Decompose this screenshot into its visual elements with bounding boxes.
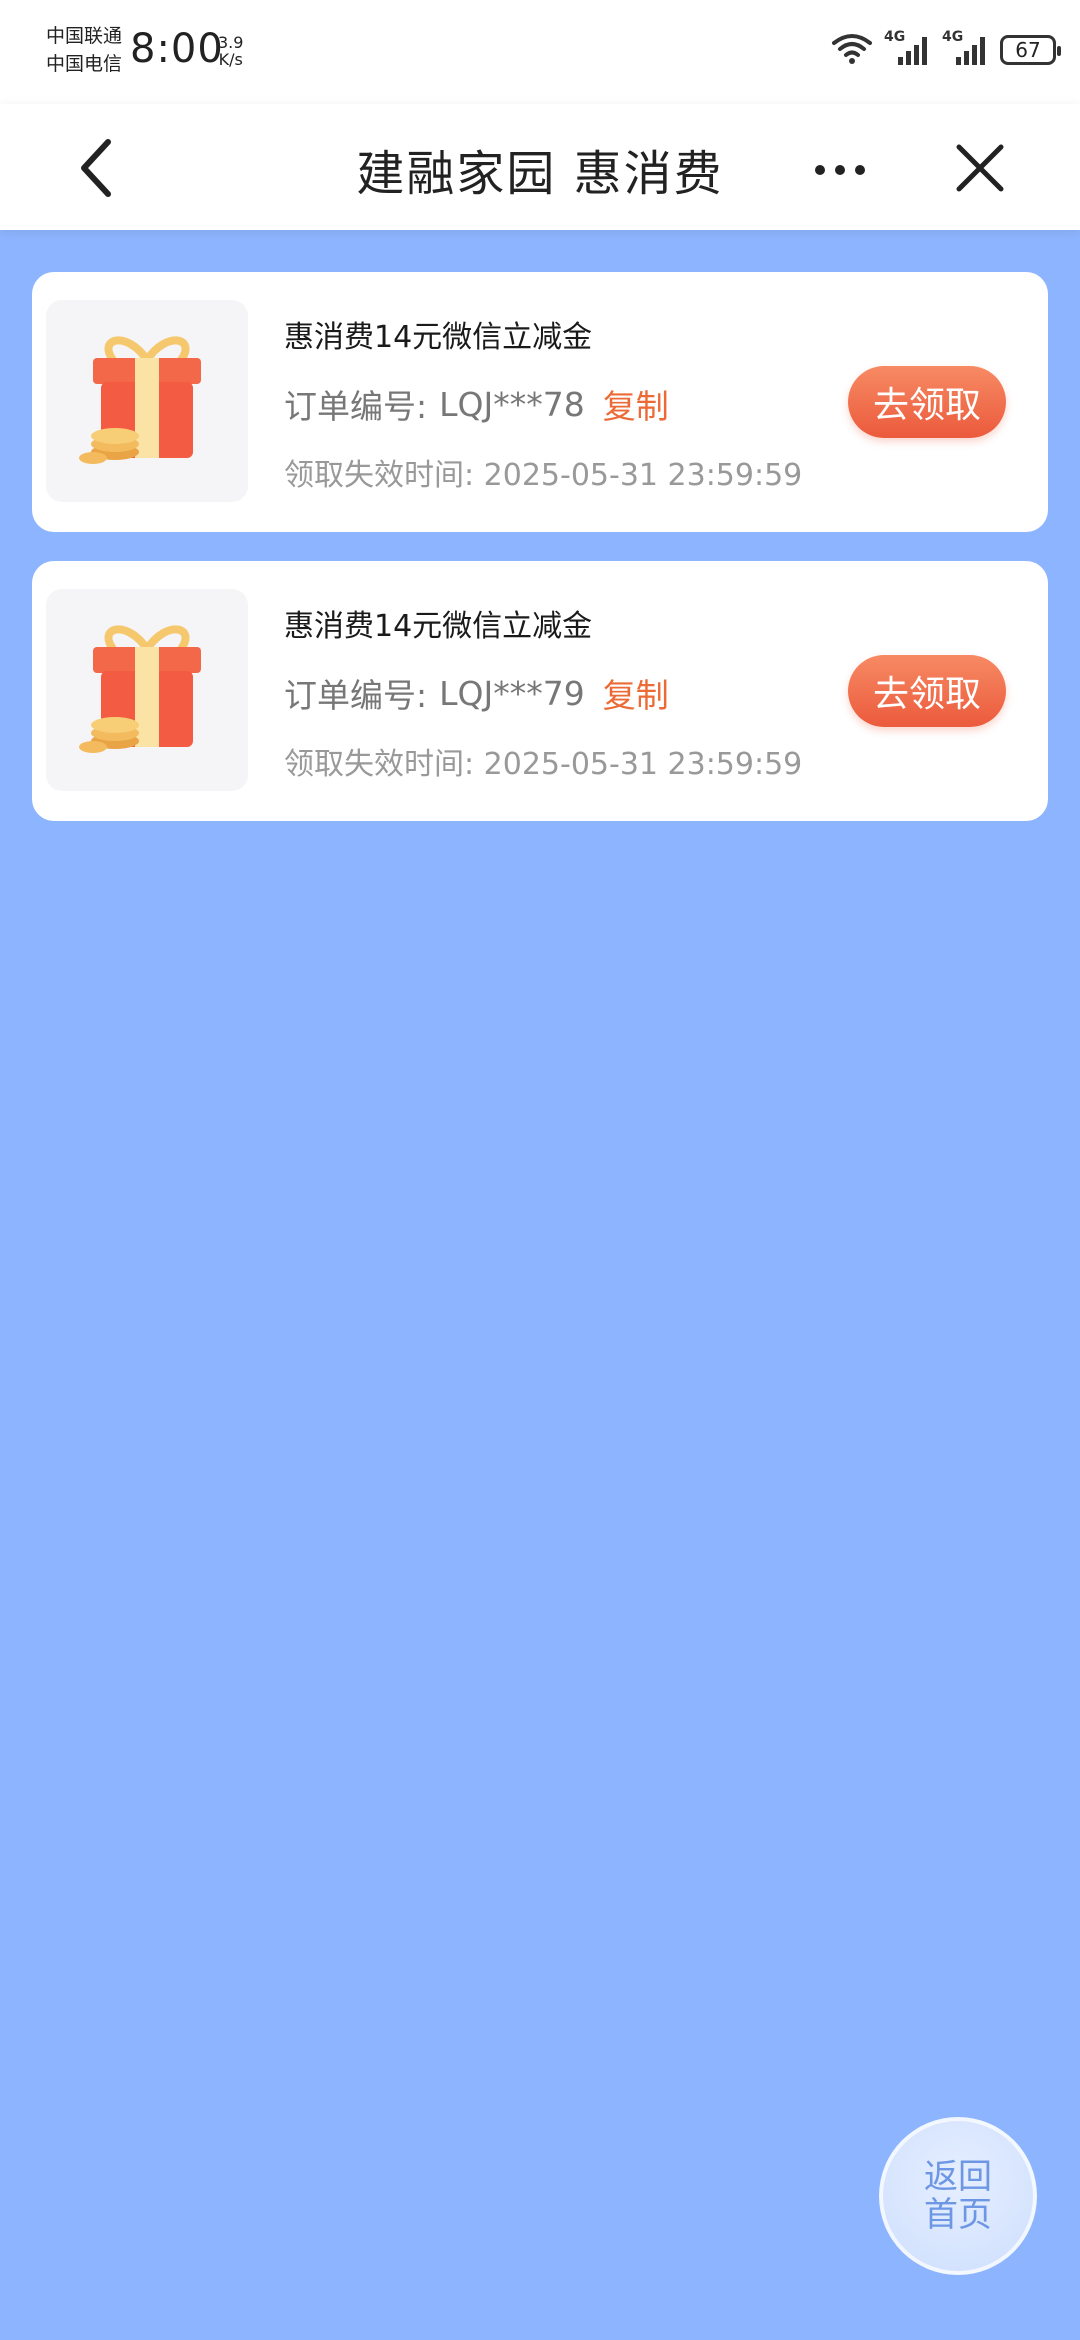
battery-indicator: 67 <box>1000 35 1061 65</box>
copy-button[interactable]: 复制 <box>603 669 669 717</box>
network-speed: 3.9 K/s <box>218 34 243 68</box>
voucher-thumbnail <box>46 300 248 502</box>
back-to-home-button[interactable]: 返回 首页 <box>879 2117 1037 2275</box>
carrier-1: 中国联通 <box>46 25 123 47</box>
close-button[interactable] <box>940 130 1020 210</box>
speed-unit: K/s <box>218 50 243 69</box>
clock: 8:00 <box>130 26 224 72</box>
header-bar: 建融家园 惠消费 <box>0 104 1080 230</box>
gift-icon <box>67 613 227 767</box>
order-row: 订单编号: LQJ***78 复制 <box>284 380 669 428</box>
page-title: 建融家园 惠消费 <box>356 146 724 202</box>
close-icon <box>955 143 1005 197</box>
home-fab-line-1: 返回 <box>924 2157 992 2197</box>
home-fab-line-2: 首页 <box>924 2195 992 2235</box>
battery-level: 67 <box>1015 38 1041 62</box>
claim-button[interactable]: 去领取 <box>848 655 1006 727</box>
voucher-title: 惠消费14元微信立减金 <box>284 320 593 355</box>
voucher-list: 惠消费14元微信立减金 订单编号: LQJ***78 复制 领取失效时间: 20… <box>32 272 1048 850</box>
status-bar: 中国联通 中国电信 8:00 3.9 K/s 4G 4G 67 <box>0 0 1080 104</box>
voucher-title: 惠消费14元微信立减金 <box>284 609 593 644</box>
signal-icon: 4G <box>884 29 932 67</box>
voucher-card: 惠消费14元微信立减金 订单编号: LQJ***78 复制 领取失效时间: 20… <box>32 272 1048 532</box>
signal-icon: 4G <box>942 29 990 67</box>
order-row: 订单编号: LQJ***79 复制 <box>284 669 669 717</box>
speed-value: 3.9 <box>218 33 244 52</box>
expire-time: 领取失效时间: 2025-05-31 23:59:59 <box>284 458 803 493</box>
more-button[interactable] <box>800 130 880 210</box>
order-label: 订单编号: <box>284 387 428 426</box>
voucher-thumbnail <box>46 589 248 791</box>
carrier-2: 中国电信 <box>46 53 123 75</box>
more-dots-icon <box>814 161 866 180</box>
wifi-icon <box>830 31 874 69</box>
status-icons: 4G 4G 67 <box>830 29 1061 70</box>
claim-button[interactable]: 去领取 <box>848 366 1006 438</box>
voucher-card: 惠消费14元微信立减金 订单编号: LQJ***79 复制 领取失效时间: 20… <box>32 561 1048 821</box>
order-label: 订单编号: <box>284 676 428 715</box>
expire-time: 领取失效时间: 2025-05-31 23:59:59 <box>284 747 803 782</box>
carrier-names: 中国联通 中国电信 <box>46 22 122 78</box>
gift-icon <box>67 324 227 478</box>
copy-button[interactable]: 复制 <box>603 380 669 428</box>
order-number: LQJ***79 <box>439 673 585 713</box>
order-number: LQJ***78 <box>439 384 585 424</box>
